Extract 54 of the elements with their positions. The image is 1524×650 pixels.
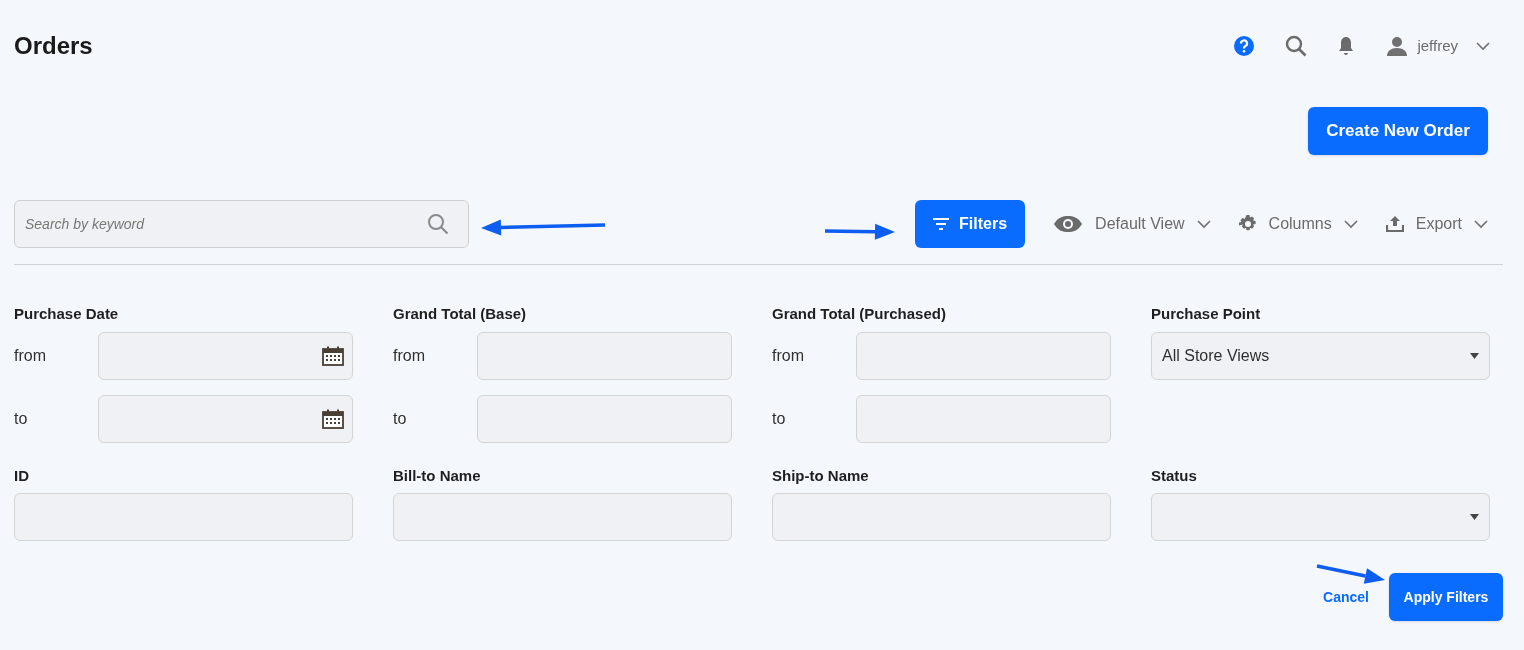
filter-label: Grand Total (Purchased) [772,304,947,324]
filter-label: Bill-to Name [393,465,482,486]
select-field[interactable]: All Store Views [1151,331,1490,380]
input-field[interactable] [856,394,1111,443]
select-field[interactable] [1151,493,1490,541]
range-label: from [393,345,426,366]
date-field[interactable] [98,394,353,443]
input-field[interactable] [772,493,1111,541]
range-label: from [772,345,805,366]
annotation-arrow [1316,564,1385,584]
input-field[interactable] [856,331,1111,380]
chevron-down-icon [1196,219,1211,229]
filter-label: Purchase Date [14,304,120,324]
user-icon [1387,36,1408,56]
filter-label: ID [14,465,30,486]
gear-icon [1238,215,1257,233]
user-menu[interactable]: jeffrey [1387,34,1490,58]
search-icon [427,213,449,235]
input-field[interactable] [14,493,353,541]
bell-icon[interactable] [1337,36,1356,56]
apply-filters-button[interactable]: Apply Filters [1389,573,1503,621]
columns-menu[interactable]: Columns [1238,212,1358,236]
cancel-link[interactable]: Cancel [1323,586,1369,608]
range-label: from [14,345,47,366]
help-icon[interactable] [1233,35,1256,57]
range-label: to [14,408,29,429]
calendar-icon [322,345,344,366]
view-menu[interactable]: Default View [1053,212,1211,236]
filter-icon [933,218,950,230]
filter-label: Purchase Point [1151,304,1262,324]
filter-label: Ship-to Name [772,465,870,486]
create-new-order-button[interactable]: Create New Order [1308,107,1488,155]
chevron-down-icon [1474,219,1488,229]
input-field[interactable] [393,493,732,541]
upload-icon [1385,216,1404,232]
filters-button[interactable]: Filters [915,200,1026,248]
search-field[interactable]: Search by keyword [14,200,469,248]
dropdown-icon [1470,352,1479,359]
page-title: Orders [14,31,93,61]
chevron-down-icon [1476,41,1490,51]
date-field[interactable] [98,331,353,380]
search-icon[interactable] [1285,35,1308,57]
dropdown-icon [1470,514,1479,520]
filter-label: Grand Total (Base) [393,304,528,324]
range-label: to [393,408,408,429]
export-menu[interactable]: Export [1385,212,1488,236]
input-field[interactable] [477,394,732,443]
annotation-arrow [824,223,895,240]
filter-label: Status [1151,465,1198,486]
calendar-icon [322,408,344,429]
range-label: to [772,408,787,429]
eye-icon [1053,215,1084,233]
input-field[interactable] [477,331,732,380]
chevron-down-icon [1343,219,1358,229]
